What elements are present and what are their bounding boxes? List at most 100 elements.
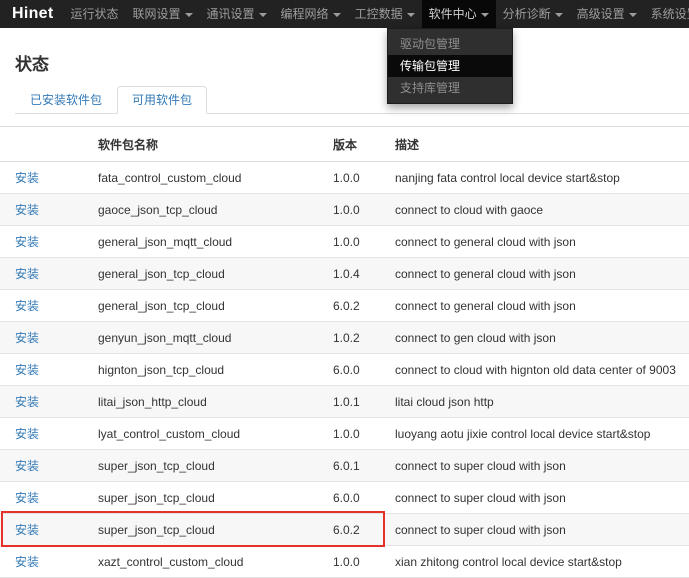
header-description: 描述 [387, 127, 689, 162]
table-row: 安装 xazt_control_custom_cloud1.0.0xian zhi… [0, 546, 689, 578]
dropdown-item-0[interactable]: 驱动包管理 [388, 33, 512, 55]
table-header-row: 软件包名称 版本 描述 [0, 127, 689, 162]
nav-item-7[interactable]: 高级设置 [570, 0, 644, 28]
install-button[interactable]: 安装 [15, 363, 39, 377]
nav-item-0[interactable]: 运行状态 [64, 0, 126, 28]
table-row: 安装 gaoce_json_tcp_cloud1.0.0connect to cl… [0, 194, 689, 226]
chevron-down-icon [407, 13, 415, 17]
chevron-down-icon [629, 13, 637, 17]
package-description: connect to super cloud with json [387, 514, 689, 546]
table-row: 安装 hignton_json_tcp_cloud6.0.0connect to … [0, 354, 689, 386]
package-description: nanjing fata control local device start&… [387, 162, 689, 194]
dropdown-item-1[interactable]: 传输包管理 [388, 55, 512, 77]
table-row: 安装 litai_json_http_cloud1.0.1litai cloud … [0, 386, 689, 418]
package-description: connect to general cloud with json [387, 226, 689, 258]
install-button[interactable]: 安装 [15, 523, 39, 537]
package-table-wrap: 软件包名称 版本 描述 安装fata_control_custom_cloud1… [0, 126, 689, 578]
package-name: hignton_json_tcp_cloud [90, 354, 325, 386]
install-button[interactable]: 安装 [15, 331, 39, 345]
package-version: 6.0.1 [325, 450, 387, 482]
package-version: 1.0.2 [325, 322, 387, 354]
page-title: 状态 [15, 50, 689, 75]
package-name: genyun_json_mqtt_cloud [90, 322, 325, 354]
package-version: 1.0.0 [325, 194, 387, 226]
package-description: litai cloud json http [387, 386, 689, 418]
package-description: connect to gen cloud with json [387, 322, 689, 354]
table-row: 安装 general_json_mqtt_cloud1.0.0connect to… [0, 226, 689, 258]
nav-item-4[interactable]: 工控数据 [348, 0, 422, 28]
package-version: 1.0.0 [325, 162, 387, 194]
header-action [0, 127, 90, 162]
package-name: gaoce_json_tcp_cloud [90, 194, 325, 226]
package-name: general_json_mqtt_cloud [90, 226, 325, 258]
table-row: 安装 general_json_tcp_cloud6.0.2connect to … [0, 290, 689, 322]
chevron-down-icon [259, 13, 267, 17]
package-version: 1.0.0 [325, 418, 387, 450]
package-description: connect to cloud with gaoce [387, 194, 689, 226]
package-description: xian zhitong control local device start&… [387, 546, 689, 578]
chevron-down-icon [185, 13, 193, 17]
package-version: 6.0.0 [325, 354, 387, 386]
tab-1[interactable]: 可用软件包 [117, 86, 207, 114]
install-button[interactable]: 安装 [15, 203, 39, 217]
package-description: connect to super cloud with json [387, 482, 689, 514]
chevron-down-icon [555, 13, 563, 17]
package-name: xazt_control_custom_cloud [90, 546, 325, 578]
nav-item-2[interactable]: 通讯设置 [200, 0, 274, 28]
chevron-down-icon [333, 13, 341, 17]
header-package-name: 软件包名称 [90, 127, 325, 162]
nav-item-1[interactable]: 联网设置 [126, 0, 200, 28]
nav-item-8[interactable]: 系统设置 [644, 0, 689, 28]
table-row: 安装 fata_control_custom_cloud1.0.0nanjing … [0, 162, 689, 194]
page-content: 状态 已安装软件包可用软件包 软件包名称 版本 描述 安装 fata_contro… [0, 50, 689, 578]
table-row: 安装 lyat_control_custom_cloud1.0.0luoyang … [0, 418, 689, 450]
package-version: 6.0.2 [325, 290, 387, 322]
package-description: connect to general cloud with json [387, 258, 689, 290]
package-version: 1.0.0 [325, 226, 387, 258]
table-row: 安装 super_json_tcp_cloud6.0.0connect to su… [0, 482, 689, 514]
brand-logo[interactable]: Hinet [0, 0, 64, 28]
table-row: 安装 genyun_json_mqtt_cloud1.0.2connect to … [0, 322, 689, 354]
package-version: 1.0.1 [325, 386, 387, 418]
install-button[interactable]: 安装 [15, 459, 39, 473]
package-name: super_json_tcp_cloud [90, 450, 325, 482]
install-button[interactable]: 安装 [15, 555, 39, 569]
package-version: 1.0.4 [325, 258, 387, 290]
nav-item-5[interactable]: 软件中心 [422, 0, 496, 28]
software-center-dropdown: 驱动包管理传输包管理支持库管理 [387, 28, 513, 104]
navbar-menu: 运行状态联网设置通讯设置编程网络工控数据软件中心分析诊断高级设置系统设置退出 [64, 0, 689, 28]
package-name: general_json_tcp_cloud [90, 258, 325, 290]
package-name: fata_control_custom_cloud [90, 162, 325, 194]
install-button[interactable]: 安装 [15, 235, 39, 249]
top-navbar: Hinet 运行状态联网设置通讯设置编程网络工控数据软件中心分析诊断高级设置系统… [0, 0, 689, 28]
package-name: super_json_tcp_cloud [90, 482, 325, 514]
package-name: lyat_control_custom_cloud [90, 418, 325, 450]
install-button[interactable]: 安装 [15, 491, 39, 505]
package-version: 6.0.0 [325, 482, 387, 514]
package-table: 软件包名称 版本 描述 安装fata_control_custom_cloud1… [0, 126, 689, 578]
package-name: general_json_tcp_cloud [90, 290, 325, 322]
package-name: super_json_tcp_cloud [90, 514, 325, 546]
dropdown-item-2[interactable]: 支持库管理 [388, 77, 512, 99]
install-button[interactable]: 安装 [15, 395, 39, 409]
table-row: 安装 super_json_tcp_cloud6.0.2connect to su… [0, 514, 689, 546]
package-name: litai_json_http_cloud [90, 386, 325, 418]
install-button[interactable]: 安装 [15, 267, 39, 281]
package-description: connect to cloud with hignton old data c… [387, 354, 689, 386]
package-description: connect to general cloud with json [387, 290, 689, 322]
chevron-down-icon [481, 13, 489, 17]
install-button[interactable]: 安装 [15, 427, 39, 441]
tab-0[interactable]: 已安装软件包 [15, 86, 117, 114]
table-row: 安装 super_json_tcp_cloud6.0.1connect to su… [0, 450, 689, 482]
nav-item-3[interactable]: 编程网络 [274, 0, 348, 28]
package-version: 1.0.0 [325, 546, 387, 578]
package-version: 6.0.2 [325, 514, 387, 546]
package-tabs: 已安装软件包可用软件包 [15, 86, 689, 114]
install-button[interactable]: 安装 [15, 171, 39, 185]
table-row: 安装 general_json_tcp_cloud1.0.4connect to … [0, 258, 689, 290]
nav-item-6[interactable]: 分析诊断 [496, 0, 570, 28]
install-button[interactable]: 安装 [15, 299, 39, 313]
package-description: luoyang aotu jixie control local device … [387, 418, 689, 450]
package-description: connect to super cloud with json [387, 450, 689, 482]
header-version: 版本 [325, 127, 387, 162]
